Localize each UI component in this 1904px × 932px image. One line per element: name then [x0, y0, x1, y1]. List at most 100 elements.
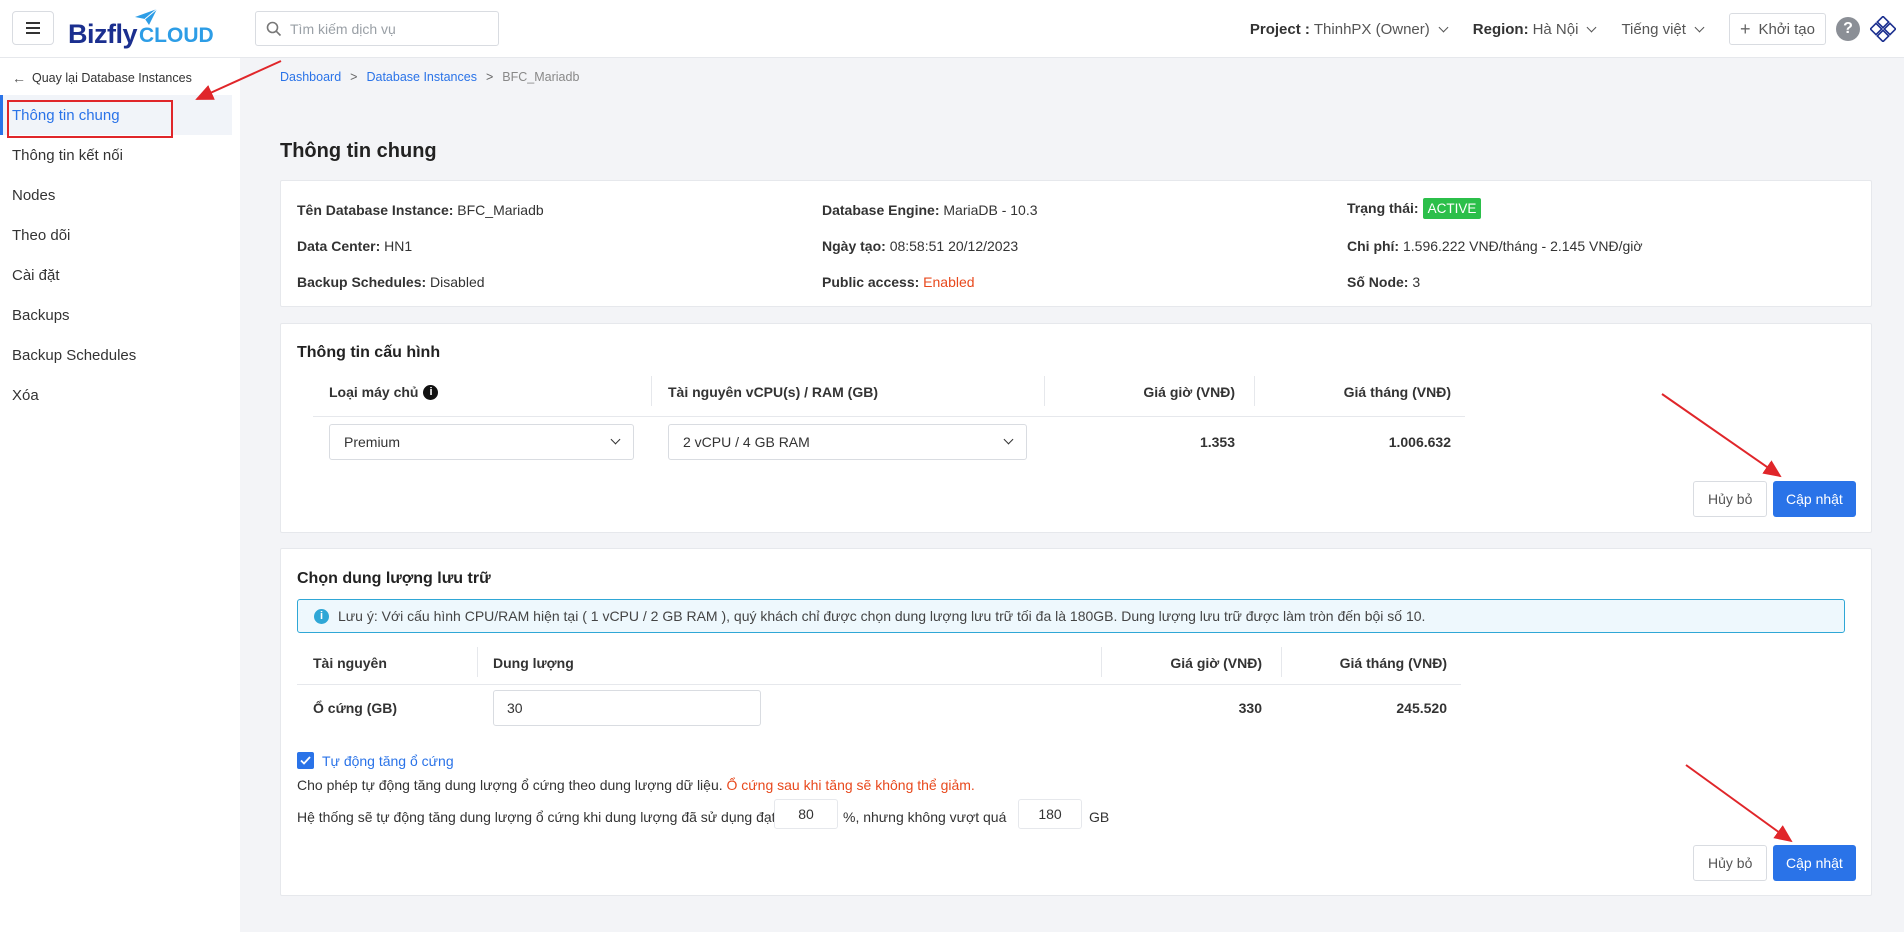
region-label: Region:	[1472, 20, 1529, 38]
service-search[interactable]	[255, 11, 499, 46]
chevron-down-icon	[1438, 22, 1449, 32]
storage-section-title: Chọn dung lượng lưu trữ	[297, 570, 491, 587]
server-type-select[interactable]: Premium	[329, 424, 634, 460]
sidebar-item-label: Theo dõi	[12, 226, 71, 244]
status-label: Trạng thái:	[1347, 200, 1419, 216]
column-divider	[651, 376, 652, 406]
hamburger-menu-button[interactable]	[12, 11, 54, 45]
config-section-title: Thông tin cấu hình	[297, 344, 441, 361]
sidebar-item-monitoring[interactable]: Theo dõi	[0, 215, 232, 255]
disk-capacity-input[interactable]	[493, 690, 761, 726]
search-input[interactable]	[290, 20, 480, 37]
breadcrumb-dashboard[interactable]: Dashboard	[280, 70, 341, 84]
storage-hourly-value: 330	[1238, 700, 1262, 716]
storage-note-text: Lưu ý: Với cấu hình CPU/RAM hiện tại ( 1…	[338, 608, 1426, 624]
storage-note-alert: i Lưu ý: Với cấu hình CPU/RAM hiện tại (…	[297, 599, 1845, 633]
sidebar-item-label: Thông tin kết nối	[12, 146, 123, 164]
server-type-header-label: Loại máy chủ	[329, 384, 419, 400]
paper-plane-icon	[135, 8, 158, 25]
storage-resource-header: Tài nguyên	[313, 655, 387, 671]
backup-schedules-label: Backup Schedules:	[297, 274, 427, 290]
monthly-price-header: Giá tháng (VNĐ)	[1343, 384, 1451, 400]
apps-grid-icon[interactable]	[1870, 16, 1896, 42]
created-value: 08:58:51 20/12/2023	[889, 238, 1019, 254]
storage-cancel-button[interactable]: Hủy bỏ	[1693, 845, 1768, 881]
project-value: ThinhPX (Owner)	[1313, 20, 1430, 38]
create-label: Khởi tạo	[1758, 20, 1815, 38]
chevron-down-icon	[1003, 434, 1014, 445]
logo-text: Bizfly	[68, 19, 138, 49]
resource-value: 2 vCPU / 4 GB RAM	[683, 434, 810, 450]
sidebar-item-label: Nodes	[12, 186, 56, 204]
cost-value: 1.596.222 VNĐ/tháng - 2.145 VNĐ/giờ	[1403, 238, 1643, 254]
storage-monthly-value: 245.520	[1396, 700, 1447, 716]
project-selector[interactable]: Project : ThinhPX (Owner)	[1250, 20, 1449, 38]
engine-value: MariaDB - 10.3	[943, 202, 1038, 218]
breadcrumb-current: BFC_Mariadb	[502, 70, 580, 84]
menu-icon	[26, 27, 40, 29]
table-divider	[297, 684, 1461, 685]
config-update-button[interactable]: Cập nhật	[1773, 481, 1856, 517]
storage-hourly-header: Giá giờ (VNĐ)	[1170, 655, 1262, 671]
breadcrumb-database-instances[interactable]: Database Instances	[366, 70, 477, 84]
sidebar-item-label: Xóa	[12, 386, 39, 404]
public-access-label: Public access:	[822, 274, 920, 290]
sidebar-item-nodes[interactable]: Nodes	[0, 175, 232, 215]
instance-name-label: Tên Database Instance:	[297, 202, 454, 218]
public-access-row: Public access: Enabled	[822, 274, 975, 290]
top-bar: Bizfly CLOUD Project : ThinhPX (Owner) R…	[0, 0, 1904, 58]
sidebar-item-settings[interactable]: Cài đặt	[0, 255, 232, 295]
auto-increase-checkbox-row[interactable]: Tự động tăng ổ cứng	[297, 752, 454, 769]
backup-schedules-row: Backup Schedules: Disabled	[297, 274, 485, 290]
info-icon[interactable]: i	[423, 384, 439, 400]
plus-icon: +	[1739, 18, 1751, 39]
column-divider	[477, 647, 478, 677]
engine-row: Database Engine: MariaDB - 10.3	[822, 202, 1038, 218]
created-row: Ngày tạo: 08:58:51 20/12/2023	[822, 238, 1018, 254]
table-divider	[313, 416, 1465, 417]
region-value: Hà Nội	[1532, 20, 1579, 38]
help-icon[interactable]: ?	[1836, 17, 1860, 41]
data-center-value: HN1	[384, 238, 413, 254]
threshold-middle-text: %, nhưng không vượt quá	[843, 809, 1007, 825]
threshold-percent-input[interactable]	[774, 799, 838, 829]
auto-increase-checkbox[interactable]	[297, 752, 314, 769]
config-cancel-button[interactable]: Hủy bỏ	[1693, 481, 1768, 517]
storage-capacity-header: Dung lượng	[493, 655, 574, 671]
sidebar-item-label: Backup Schedules	[12, 346, 137, 364]
bizfly-logo[interactable]: Bizfly CLOUD	[68, 8, 214, 50]
server-type-value: Premium	[344, 434, 401, 450]
max-capacity-input[interactable]	[1018, 799, 1082, 829]
monthly-price-value: 1.006.632	[1388, 434, 1451, 450]
backup-schedules-value: Disabled	[430, 274, 485, 290]
info-icon: i	[314, 608, 329, 624]
sidebar-item-delete[interactable]: Xóa	[0, 375, 232, 415]
sidebar: ← Quay lại Database Instances Thông tin …	[0, 58, 240, 932]
sidebar-item-backups[interactable]: Backups	[0, 295, 232, 335]
sidebar-item-label: Cài đặt	[12, 266, 60, 284]
configuration-card: Thông tin cấu hình Loại máy chủ i Tài ng…	[280, 323, 1872, 533]
resource-select[interactable]: 2 vCPU / 4 GB RAM	[668, 424, 1027, 460]
chevron-down-icon	[1587, 22, 1597, 32]
breadcrumb: Dashboard > Database Instances > BFC_Mar…	[280, 70, 579, 84]
breadcrumb-separator: >	[350, 70, 358, 84]
data-center-row: Data Center: HN1	[297, 238, 412, 254]
region-selector[interactable]: Region: Hà Nội	[1472, 20, 1597, 38]
sidebar-item-connection-info[interactable]: Thông tin kết nối	[0, 135, 232, 175]
auto-increase-description: Cho phép tự động tăng dung lượng ổ cứng …	[297, 777, 975, 793]
threshold-prefix: Hệ thống sẽ tự động tăng dung lượng ổ cứ…	[297, 809, 776, 825]
checkmark-icon	[300, 756, 311, 765]
language-selector[interactable]: Tiếng việt	[1621, 21, 1705, 38]
node-count-label: Số Node:	[1347, 274, 1409, 290]
breadcrumb-separator: >	[485, 70, 494, 84]
back-to-instances-link[interactable]: ← Quay lại Database Instances	[12, 70, 192, 86]
create-button[interactable]: + Khởi tạo	[1728, 13, 1826, 45]
chevron-down-icon	[610, 434, 621, 445]
hourly-price-value: 1.353	[1199, 434, 1235, 450]
disk-row-label: Ổ cứng (GB)	[313, 700, 398, 716]
arrow-left-icon: ←	[12, 70, 26, 86]
sidebar-item-backup-schedules[interactable]: Backup Schedules	[0, 335, 232, 375]
logo-suffix: CLOUD	[139, 24, 214, 47]
engine-label: Database Engine:	[822, 202, 940, 218]
storage-update-button[interactable]: Cập nhật	[1773, 845, 1856, 881]
